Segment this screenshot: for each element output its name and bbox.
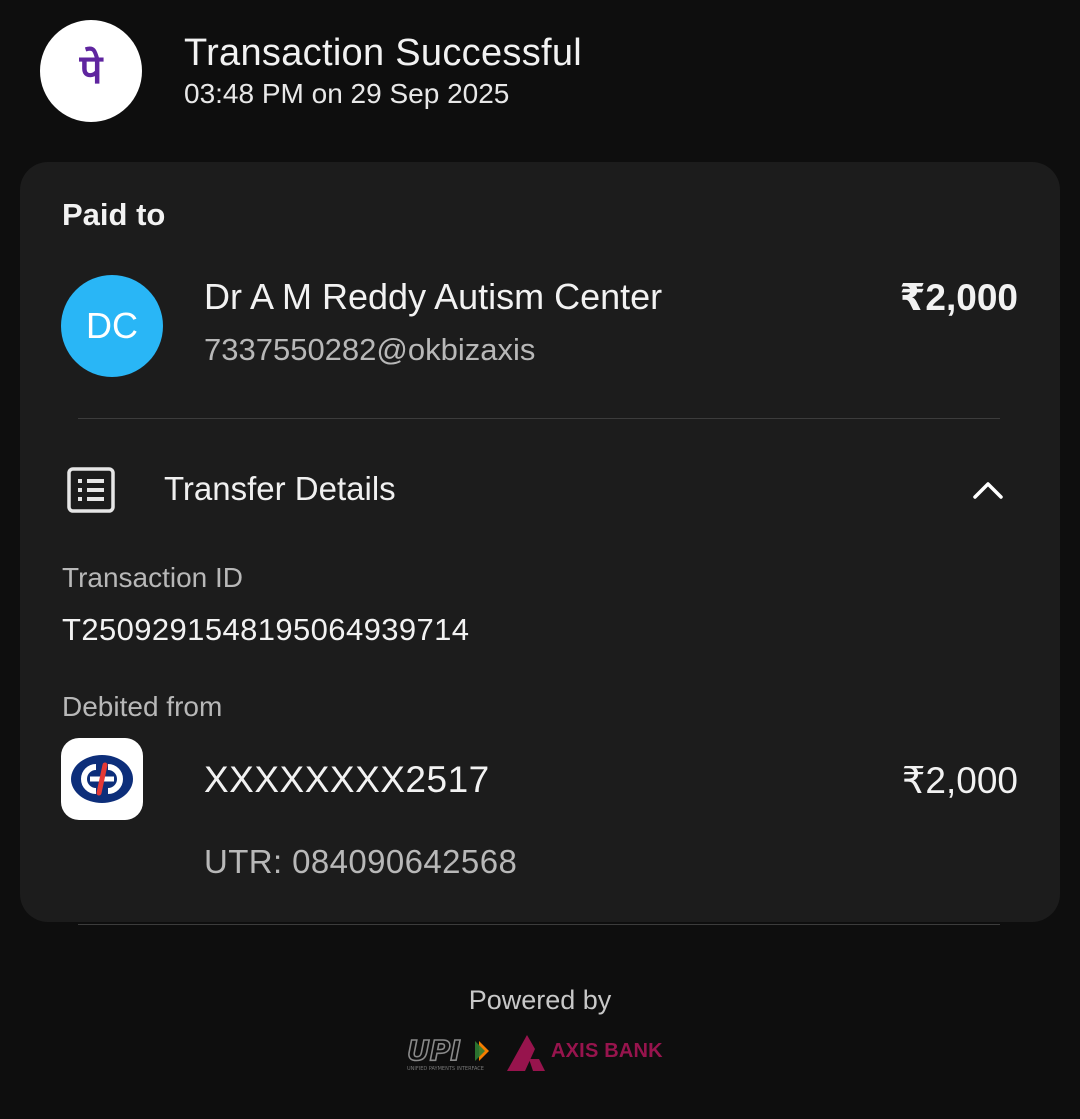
debited-from-label: Debited from [62,691,223,722]
svg-text:UPI: UPI [407,1034,461,1067]
debit-amount: ₹2,000 [901,760,1018,801]
divider [78,418,1000,419]
transaction-status-title: Transaction Successful [184,32,583,74]
chevron-up-icon[interactable] [970,472,1006,508]
powered-by-label: Powered by [468,985,612,1015]
account-number: XXXXXXXX2517 [204,759,490,800]
axis-bank-name: AXIS BANK [551,1040,663,1062]
transaction-id-value[interactable]: T2509291548195064939714 [62,612,469,648]
svg-text:UNIFIED PAYMENTS INTERFACE: UNIFIED PAYMENTS INTERFACE [407,1066,484,1072]
payee-avatar: DC [61,275,163,377]
transaction-card: Paid to DC Dr A M Reddy Autism Center 73… [20,162,1060,922]
upi-logo-icon: UPI UNIFIED PAYMENTS INTERFACE [406,1033,489,1072]
receipt-header: पे Transaction Successful 03:48 PM on 29… [0,0,1080,150]
paid-to-label: Paid to [62,197,166,232]
kotak-logo-glyph [71,755,133,803]
paid-amount: ₹2,000 [899,277,1018,318]
phonepe-logo-glyph: पे [79,46,104,93]
axis-bank-logo: AXIS BANK [505,1033,675,1073]
payee-upi-id: 7337550282@okbizaxis [204,332,536,367]
transfer-details-label: Transfer Details [164,470,396,507]
axis-bank-logo-icon [507,1035,545,1071]
svg-text:पे: पे [79,46,104,93]
receipt-icon [67,467,115,513]
transaction-id-label: Transaction ID [62,562,244,593]
transfer-details-toggle[interactable]: Transfer Details [20,452,1060,528]
transaction-datetime: 03:48 PM on 29 Sep 2025 [184,78,510,109]
partner-logos: UPI UNIFIED PAYMENTS INTERFACE AXIS BANK [405,1033,675,1075]
footer-divider [78,924,1000,925]
utr-number[interactable]: UTR: 084090642568 [204,843,517,881]
payee-name: Dr A M Reddy Autism Center [204,276,663,317]
kotak-bank-logo-icon [61,738,143,820]
phonepe-logo-icon: पे [40,20,142,122]
